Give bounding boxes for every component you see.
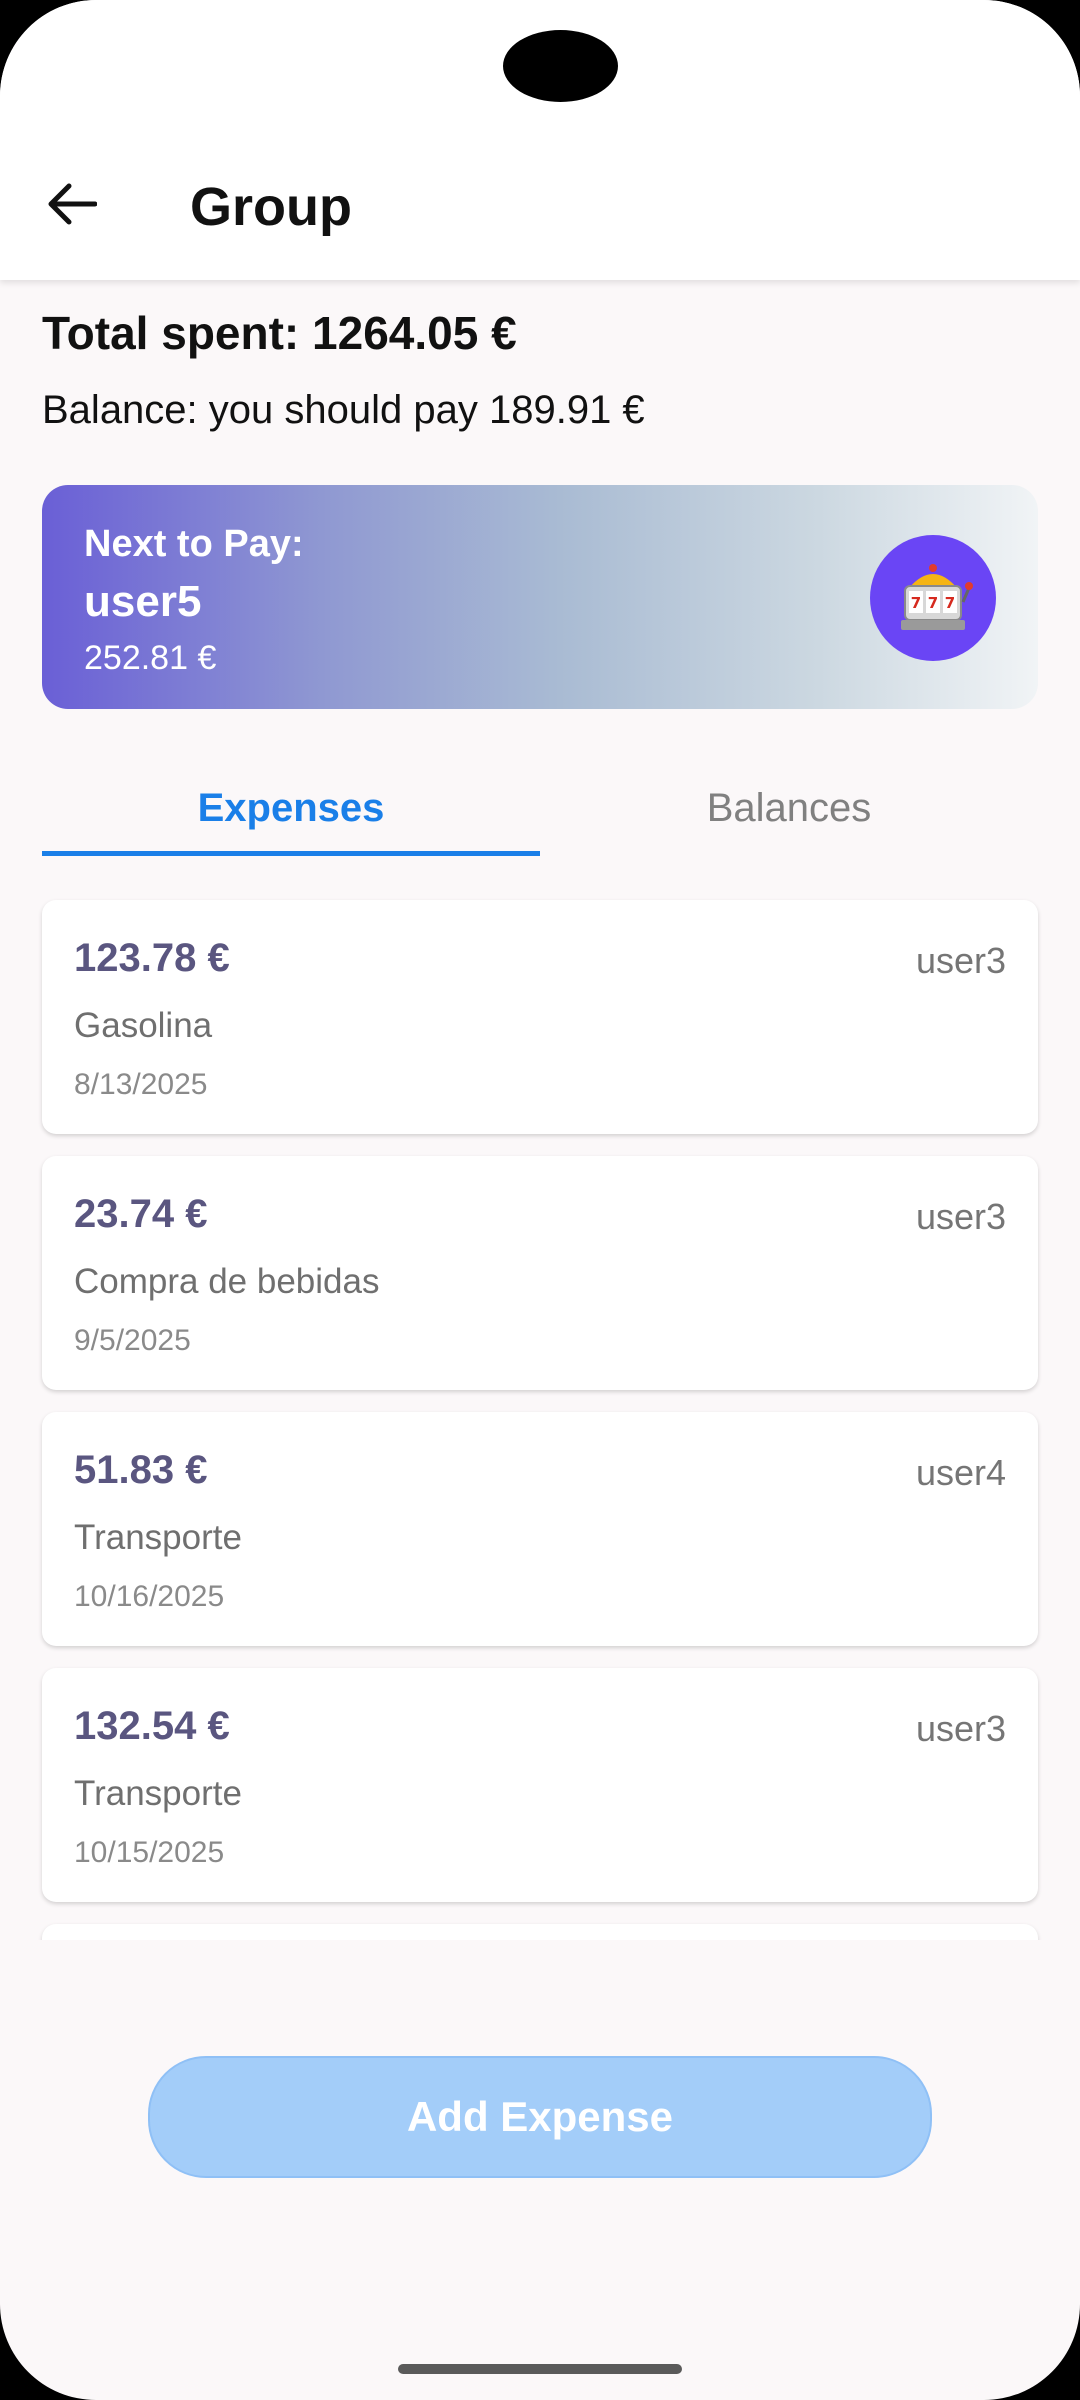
- tab-expenses[interactable]: Expenses: [42, 760, 540, 856]
- add-expense-button[interactable]: Add Expense: [148, 2056, 932, 2178]
- expense-amount: 123.78 €: [74, 936, 230, 980]
- svg-text:7: 7: [928, 594, 938, 612]
- expense-card[interactable]: 51.83 € user4 Transporte 10/16/2025: [42, 1412, 1038, 1646]
- front-camera: [503, 30, 618, 102]
- expense-amount: 132.54 €: [74, 1704, 230, 1748]
- expense-date: 10/15/2025: [74, 1836, 225, 1869]
- expense-description: Compra de bebidas: [74, 1262, 380, 1301]
- page-title: Group: [190, 177, 352, 237]
- tab-bar: Expenses Balances: [42, 760, 1038, 856]
- expense-date: 10/16/2025: [74, 1580, 225, 1613]
- expense-card-partial[interactable]: [42, 1924, 1038, 1940]
- expense-amount: 23.74 €: [74, 1192, 208, 1236]
- arrow-left-icon: [48, 183, 97, 225]
- next-to-pay-user: user5: [84, 577, 202, 626]
- active-tab-indicator: [42, 851, 540, 856]
- expense-date: 9/5/2025: [74, 1324, 191, 1357]
- expense-card[interactable]: 23.74 € user3 Compra de bebidas 9/5/2025: [42, 1156, 1038, 1390]
- home-indicator: [398, 2364, 682, 2374]
- expense-description: Transporte: [74, 1774, 242, 1813]
- expense-payer: user4: [915, 1452, 1006, 1493]
- expense-date: 8/13/2025: [74, 1068, 208, 1101]
- expense-list[interactable]: 123.78 € user3 Gasolina 8/13/2025 23.74 …: [0, 898, 1080, 1940]
- expense-description: Transporte: [74, 1518, 242, 1557]
- total-spent: Total spent: 1264.05 €: [42, 307, 517, 359]
- random-payer-button[interactable]: 7 7 7: [870, 535, 996, 661]
- expense-amount: 51.83 €: [74, 1448, 208, 1492]
- balance-text: Balance: you should pay 189.91 €: [42, 388, 645, 432]
- app-bar: Group: [0, 0, 1080, 280]
- expense-payer: user3: [915, 940, 1006, 981]
- expense-card[interactable]: 132.54 € user3 Transporte 10/15/2025: [42, 1668, 1038, 1902]
- svg-text:7: 7: [911, 594, 921, 612]
- expense-description: Gasolina: [74, 1006, 213, 1045]
- tab-balances[interactable]: Balances: [540, 760, 1038, 856]
- next-to-pay-amount: 252.81 €: [84, 639, 217, 677]
- expense-payer: user3: [915, 1708, 1006, 1749]
- next-to-pay-label: Next to Pay:: [84, 523, 304, 565]
- svg-text:7: 7: [945, 594, 955, 612]
- slot-machine-icon: 7 7 7: [901, 564, 973, 630]
- next-to-pay-card: Next to Pay: user5 252.81 € 7 7 7: [42, 485, 1038, 709]
- back-button[interactable]: [32, 164, 112, 244]
- app-screen: Group Total spent: 1264.05 € Balance: yo…: [0, 0, 1080, 2400]
- expense-payer: user3: [915, 1196, 1006, 1237]
- expense-card[interactable]: 123.78 € user3 Gasolina 8/13/2025: [42, 900, 1038, 1134]
